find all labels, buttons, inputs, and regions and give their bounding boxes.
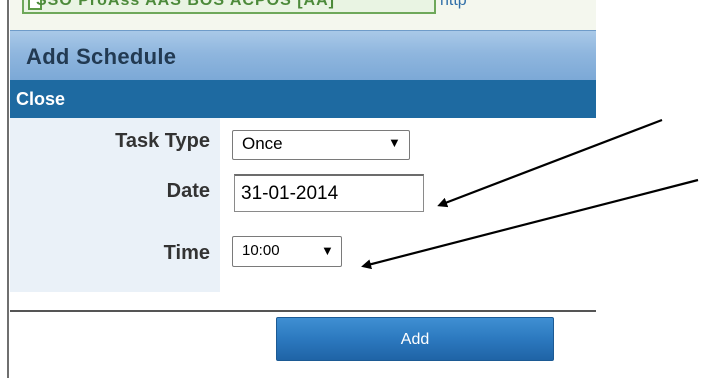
task-type-select[interactable]: Once ▼ (232, 130, 410, 160)
close-link[interactable]: Close (16, 89, 65, 110)
top-cut-text: SSO ProAss AAS BOS ACPOS [AA] (36, 0, 335, 9)
window-left-edge (0, 0, 10, 378)
task-type-label: Task Type (115, 130, 210, 152)
screenshot-stage: SSO ProAss AAS BOS ACPOS [AA] http Add S… (0, 0, 706, 378)
time-value: 10:00 (242, 242, 280, 259)
date-input[interactable] (234, 174, 424, 212)
date-label: Date (166, 180, 210, 202)
schedule-form: Task Type Once ▼ Date Time 10:00 ▼ (10, 118, 596, 312)
window-border-line (7, 0, 9, 378)
form-divider (10, 310, 596, 312)
time-select[interactable]: 10:00 ▼ (232, 236, 342, 267)
add-schedule-dialog: Add Schedule Close Task Type Once ▼ Date… (10, 30, 596, 378)
task-type-value: Once (242, 134, 283, 153)
chevron-down-icon: ▼ (388, 135, 401, 150)
top-cut-link[interactable]: http (440, 0, 467, 10)
close-bar: Close (10, 80, 596, 118)
dialog-title: Add Schedule (26, 44, 177, 69)
chevron-down-icon: ▼ (321, 243, 334, 258)
top-cut-strip: SSO ProAss AAS BOS ACPOS [AA] http (10, 0, 596, 30)
add-button[interactable]: Add (276, 317, 554, 361)
time-label: Time (163, 242, 210, 264)
dialog-title-bar[interactable]: Add Schedule (10, 30, 596, 81)
